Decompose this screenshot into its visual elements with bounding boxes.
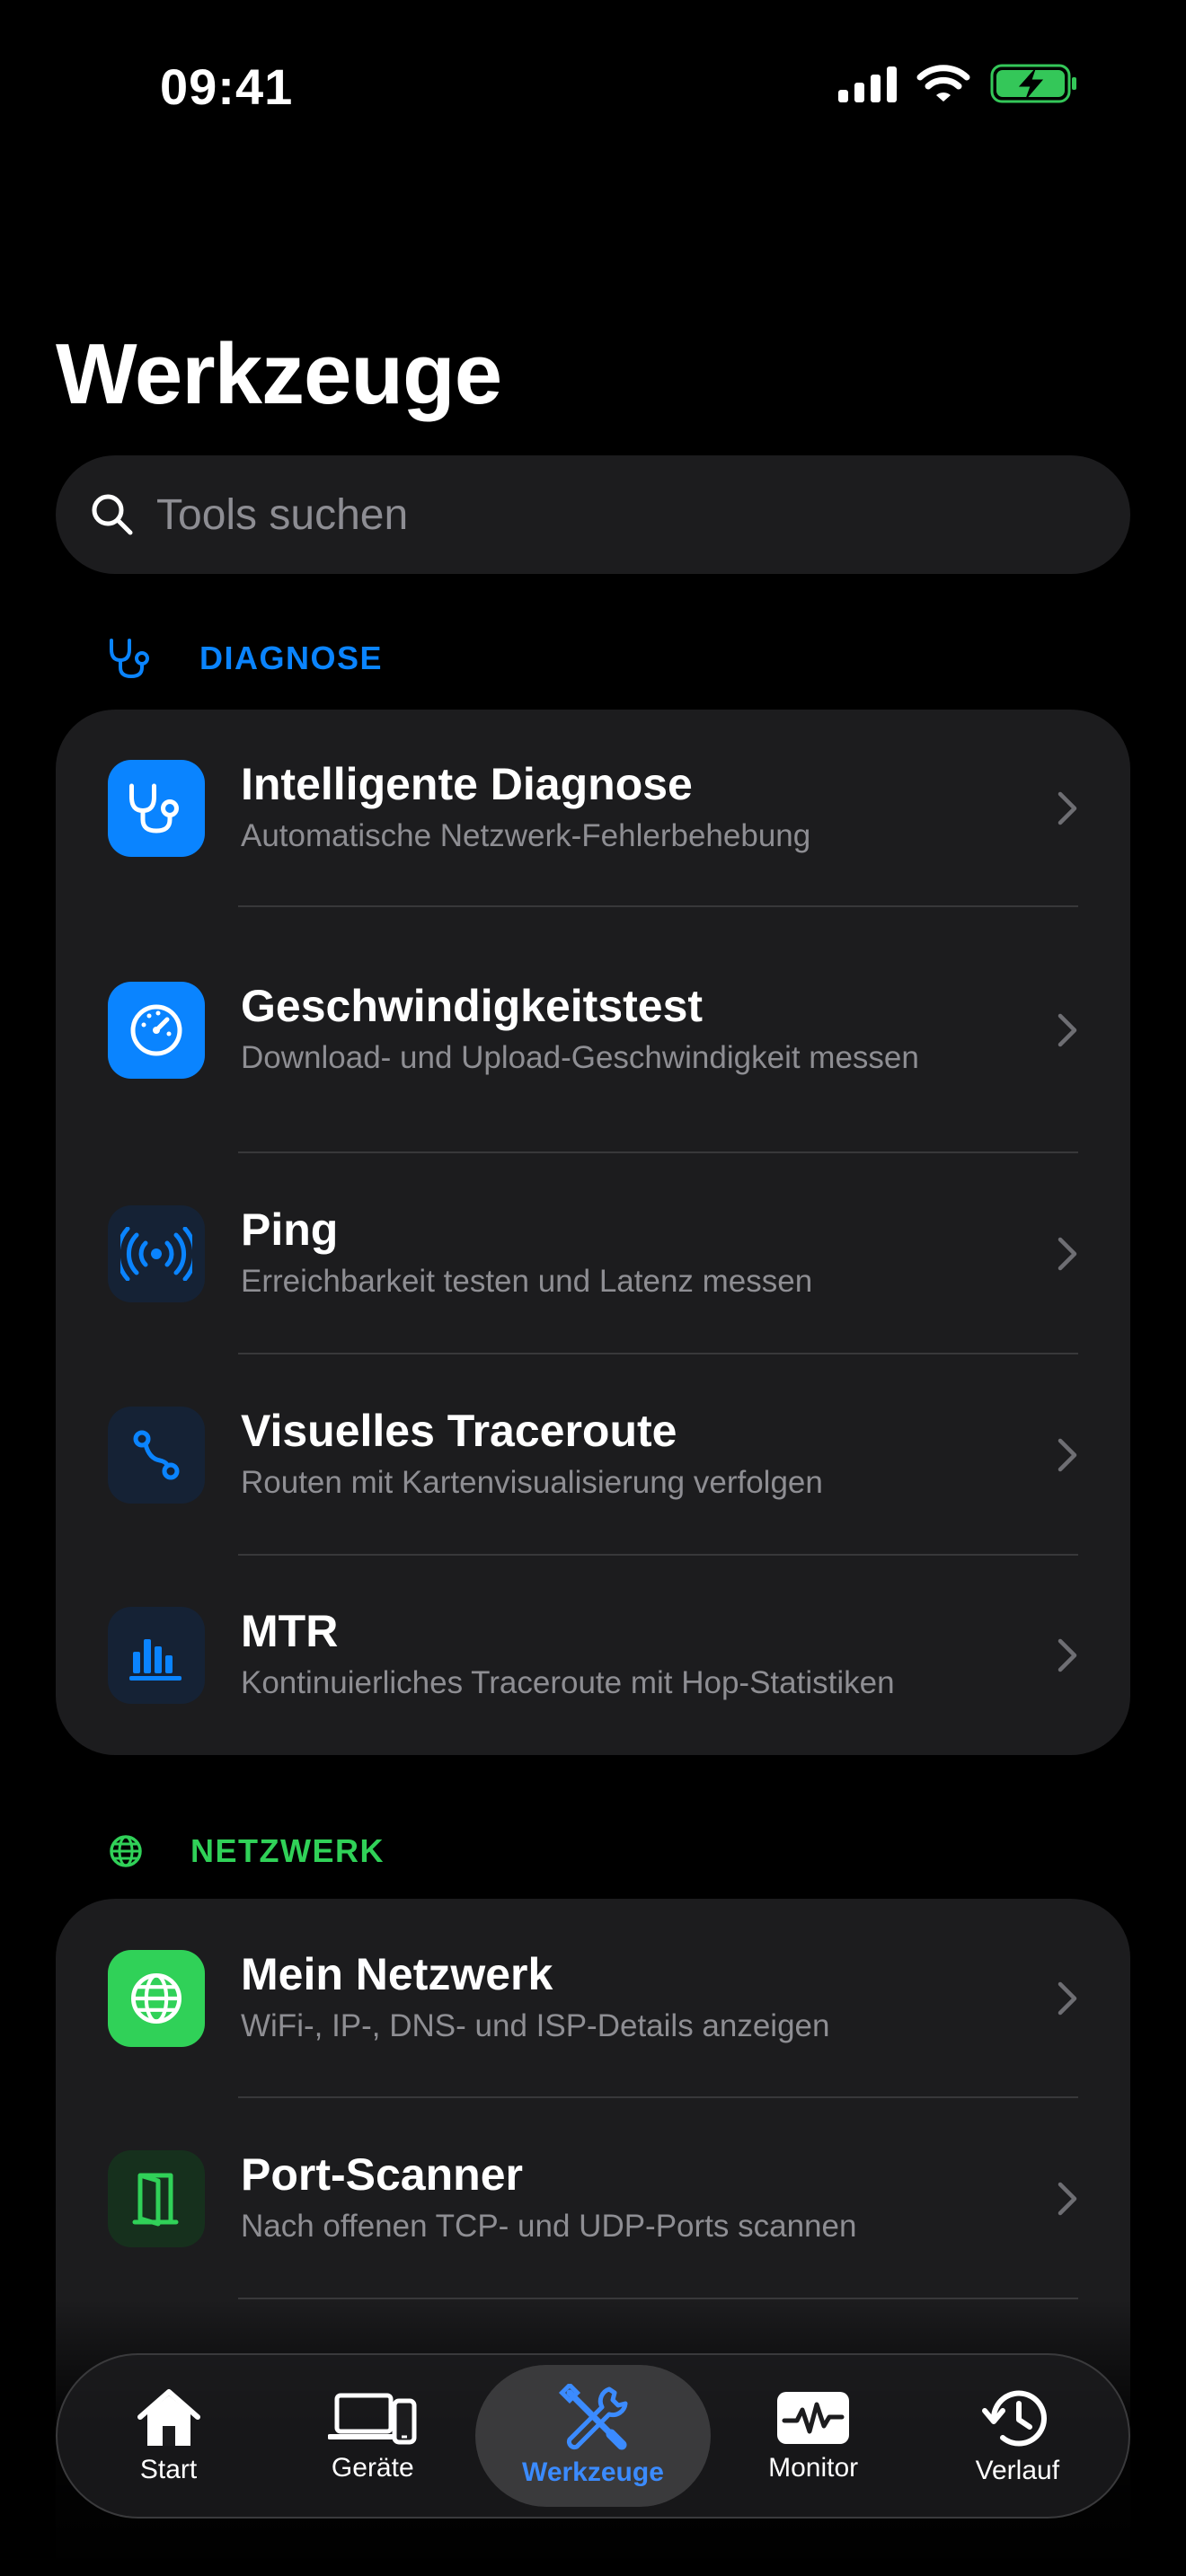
tool-row-geschwindigkeitstest[interactable]: Geschwindigkeitstest Download- und Uploa… [56,907,1130,1153]
house-icon [137,2389,200,2446]
chevron-right-icon [1042,1981,1078,2016]
tool-title: MTR [241,1605,339,1656]
tool-title: Intelligente Diagnose [241,758,693,809]
tool-subtitle: Download- und Upload-Geschwindigkeit mes… [241,1040,919,1076]
section-header-netzwerk: NETZWERK [108,1832,385,1870]
waveform-monitor-icon [777,2392,850,2444]
door-icon [108,2150,205,2247]
status-time: 09:41 [160,58,294,115]
tab-label: Geräte [331,2453,414,2483]
tool-title: Visuelles Traceroute [241,1405,677,1456]
tab-start[interactable]: Start [67,2365,270,2507]
tool-row-visuelles-traceroute[interactable]: Visuelles Traceroute Routen mit Kartenvi… [56,1354,1130,1556]
search-input[interactable] [156,490,1055,540]
tool-texts: Intelligente Diagnose Automatische Netzw… [241,759,1042,859]
status-bar: 09:41 [0,0,1186,171]
diagnose-card: Intelligente Diagnose Automatische Netzw… [56,710,1130,1755]
tool-subtitle: Routen mit Kartenvisualisierung verfolge… [241,1465,823,1501]
battery-charging-icon [990,64,1076,103]
section-header-diagnose: DIAGNOSE [106,637,383,680]
route-icon [108,1407,205,1504]
wifi-icon [916,65,970,101]
chevron-right-icon [1042,1236,1078,1272]
tab-label: Verlauf [975,2456,1060,2485]
tool-subtitle: Kontinuierliches Traceroute mit Hop-Stat… [241,1665,895,1701]
tool-texts: MTR Kontinuierliches Traceroute mit Hop-… [241,1606,1042,1706]
history-icon [982,2390,1048,2447]
tab-geraete[interactable]: Geräte [271,2365,474,2507]
tool-texts: Visuelles Traceroute Routen mit Kartenvi… [241,1406,1042,1505]
tool-title: Port-Scanner [241,2148,523,2200]
tool-row-mtr[interactable]: MTR Kontinuierliches Traceroute mit Hop-… [56,1556,1130,1755]
cellular-signal-icon [838,65,897,102]
bar-chart-icon [108,1607,205,1704]
tool-subtitle: WiFi-, IP-, DNS- und ISP-Details anzeige… [241,2008,830,2044]
tool-texts: Geschwindigkeitstest Download- und Uploa… [241,981,1042,1081]
chevron-right-icon [1042,1012,1078,1048]
tool-title: Ping [241,1204,339,1255]
tab-label: Werkzeuge [522,2457,664,2487]
globe-icon [110,1835,142,1867]
section-label-netzwerk: NETZWERK [190,1832,385,1869]
page-title: Werkzeuge [56,326,502,422]
tool-texts: Ping Erreichbarkeit testen und Latenz me… [241,1204,1042,1304]
tab-werkzeuge[interactable]: Werkzeuge [474,2365,711,2507]
stethoscope-icon [110,639,149,679]
speedometer-icon [108,982,205,1079]
tab-bar: Start Geräte Werkzeuge Monitor Verlauf [56,2353,1130,2519]
tool-row-port-scanner[interactable]: Port-Scanner Nach offenen TCP- und UDP-P… [56,2098,1130,2299]
tool-texts: Mein Netzwerk WiFi-, IP-, DNS- und ISP-D… [241,1949,1042,2049]
tool-row-intelligente-diagnose[interactable]: Intelligente Diagnose Automatische Netzw… [56,710,1130,907]
tool-row-mein-netzwerk[interactable]: Mein Netzwerk WiFi-, IP-, DNS- und ISP-D… [56,1899,1130,2098]
tool-row-ping[interactable]: Ping Erreichbarkeit testen und Latenz me… [56,1153,1130,1354]
chevron-right-icon [1042,790,1078,826]
tool-title: Mein Netzwerk [241,1948,553,1999]
wrench-screwdriver-icon [558,2384,628,2450]
tool-subtitle: Automatische Netzwerk-Fehlerbehebung [241,818,811,854]
tab-monitor[interactable]: Monitor [712,2365,915,2507]
chevron-right-icon [1042,1437,1078,1473]
tool-texts: Port-Scanner Nach offenen TCP- und UDP-P… [241,2149,1042,2249]
tool-subtitle: Erreichbarkeit testen und Latenz messen [241,1264,813,1300]
tab-label: Start [139,2455,198,2484]
tab-verlauf[interactable]: Verlauf [916,2365,1119,2507]
broadcast-icon [108,1205,205,1302]
tool-title: Geschwindigkeitstest [241,980,704,1031]
search-icon [92,494,133,535]
chevron-right-icon [1042,1637,1078,1673]
search-bar[interactable] [56,455,1130,574]
tool-subtitle: Nach offenen TCP- und UDP-Ports scannen [241,2209,857,2245]
screen: 09:41 Werkzeuge Tools suchen DIAGNOSE In… [0,0,1186,2576]
tab-label: Monitor [768,2453,859,2483]
section-label-diagnose: DIAGNOSE [199,640,384,676]
globe-icon [108,1950,205,2047]
devices-icon [327,2393,417,2445]
stethoscope-icon [108,760,205,857]
chevron-right-icon [1042,2181,1078,2217]
status-icons [838,63,1078,104]
